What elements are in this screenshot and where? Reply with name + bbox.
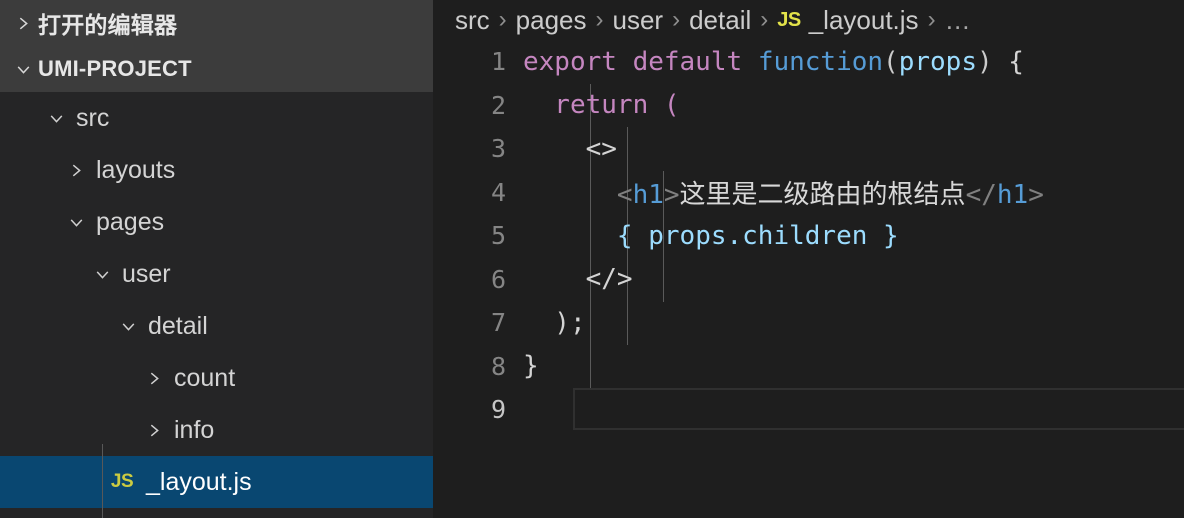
explorer-sidebar: 打开的编辑器 UMI-PROJECT src layouts pages use… bbox=[0, 0, 433, 518]
line-content: export default function(props) { bbox=[523, 47, 1024, 77]
line-content: { props.children } bbox=[523, 221, 899, 251]
tree-item-layouts[interactable]: layouts bbox=[0, 144, 433, 196]
chevron-right-icon[interactable] bbox=[8, 15, 38, 32]
js-file-icon: JS bbox=[777, 8, 801, 31]
code-line: 8 } bbox=[433, 345, 1184, 389]
chevron-right-icon[interactable] bbox=[58, 162, 94, 179]
chevron-down-icon[interactable] bbox=[58, 214, 94, 231]
breadcrumb: src › pages › user › detail › JS _layout… bbox=[433, 0, 1184, 40]
chevron-down-icon[interactable] bbox=[84, 266, 120, 283]
line-content: } bbox=[523, 351, 539, 382]
token-angle-open-closing: </ bbox=[965, 179, 997, 210]
line-content: <h1>这里是二级路由的根结点</h1> bbox=[523, 174, 1044, 211]
breadcrumb-item-user[interactable]: user bbox=[613, 5, 664, 36]
pane-title-project: UMI-PROJECT bbox=[38, 56, 192, 81]
tree-item-label: layouts bbox=[96, 155, 176, 184]
token-expr-brace-close: } bbox=[883, 220, 899, 251]
line-number: 8 bbox=[490, 351, 506, 381]
chevron-right-icon[interactable] bbox=[136, 422, 172, 439]
chevron-down-icon[interactable] bbox=[8, 61, 38, 78]
line-number-active: 9 bbox=[490, 395, 506, 425]
pane-header-project[interactable]: UMI-PROJECT bbox=[0, 46, 433, 92]
code-line: 6 </> bbox=[433, 258, 1184, 302]
tree-item-label: count bbox=[174, 363, 236, 392]
file-tree: src layouts pages user detail count info… bbox=[0, 92, 433, 518]
pane-title-open-editors: 打开的编辑器 bbox=[38, 12, 178, 38]
line-number: 7 bbox=[490, 308, 506, 338]
line-number: 1 bbox=[490, 47, 506, 77]
breadcrumb-item-more[interactable]: … bbox=[945, 5, 972, 36]
line-number: 2 bbox=[490, 90, 506, 120]
tree-item-label: detail bbox=[148, 311, 208, 340]
chevron-right-icon: › bbox=[595, 6, 604, 33]
tree-item-pages[interactable]: pages bbox=[0, 196, 433, 248]
breadcrumb-item-file[interactable]: _layout.js bbox=[809, 5, 919, 36]
token-brace-open: { bbox=[992, 46, 1024, 77]
tree-item-label: info bbox=[174, 415, 215, 444]
line-content: </> bbox=[523, 264, 633, 295]
tree-item-layout-js[interactable]: JS _layout.js bbox=[0, 456, 433, 508]
token-angle-close-2: > bbox=[1028, 179, 1044, 210]
tree-item-label: _layout.js bbox=[146, 467, 252, 496]
tree-item-info[interactable]: info bbox=[0, 404, 433, 456]
pane-header-open-editors[interactable]: 打开的编辑器 bbox=[0, 0, 433, 46]
vscode-workbench: 打开的编辑器 UMI-PROJECT src layouts pages use… bbox=[0, 0, 1184, 518]
token-expr-brace-open: { bbox=[616, 220, 633, 251]
line-content: ); bbox=[523, 307, 586, 338]
chevron-right-icon: › bbox=[498, 6, 507, 33]
line-content: <> bbox=[523, 133, 617, 164]
js-file-icon: JS bbox=[110, 471, 134, 492]
tree-item-label: pages bbox=[96, 207, 165, 236]
line-content: return ( bbox=[523, 90, 680, 121]
token-keyword: export default bbox=[523, 46, 758, 77]
chevron-right-icon: › bbox=[760, 6, 769, 33]
token-tag-h1: h1 bbox=[632, 179, 664, 210]
code-line-current: 9 bbox=[433, 388, 1184, 432]
token-angle-open: < bbox=[616, 179, 633, 210]
chevron-right-icon[interactable] bbox=[136, 370, 172, 387]
tree-item-src[interactable]: src bbox=[0, 92, 433, 144]
breadcrumb-item-pages[interactable]: pages bbox=[516, 5, 587, 36]
code-line: 5 { props.children } bbox=[433, 214, 1184, 258]
chevron-down-icon[interactable] bbox=[110, 318, 146, 335]
line-number: 4 bbox=[490, 177, 506, 207]
tree-item-label: src bbox=[76, 103, 110, 132]
code-line: 1 export default function(props) { bbox=[433, 40, 1184, 84]
breadcrumb-item-detail[interactable]: detail bbox=[689, 5, 751, 36]
chevron-right-icon: › bbox=[927, 6, 936, 33]
token-paren-close: ) bbox=[976, 46, 993, 77]
tree-item-label: user bbox=[122, 259, 171, 288]
code-line: 2 return ( bbox=[433, 84, 1184, 128]
chevron-down-icon[interactable] bbox=[38, 110, 74, 127]
token-property-children: children bbox=[742, 220, 884, 251]
code-line: 3 <> bbox=[433, 127, 1184, 171]
token-object-props: props bbox=[632, 220, 727, 251]
chevron-right-icon: › bbox=[672, 6, 681, 33]
breadcrumb-item-src[interactable]: src bbox=[455, 5, 490, 36]
tree-indent-guide bbox=[102, 444, 103, 518]
code-line: 7 ); bbox=[433, 301, 1184, 345]
tree-item-count[interactable]: count bbox=[0, 352, 433, 404]
code-line: 4 <h1>这里是二级路由的根结点</h1> bbox=[433, 171, 1184, 215]
tree-item-detail[interactable]: detail bbox=[0, 300, 433, 352]
token-tag-h1-closing: h1 bbox=[996, 179, 1029, 210]
token-angle-close: > bbox=[663, 179, 680, 210]
line-number: 6 bbox=[490, 264, 506, 294]
code-editor: src › pages › user › detail › JS _layout… bbox=[433, 0, 1184, 518]
token-function-keyword: function bbox=[757, 46, 884, 77]
token-param-props: props bbox=[898, 46, 977, 77]
code-content[interactable]: 1 export default function(props) { 2 ret… bbox=[433, 40, 1184, 518]
token-paren-open: ( bbox=[883, 46, 899, 77]
tree-item-user[interactable]: user bbox=[0, 248, 433, 300]
line-number: 5 bbox=[490, 221, 506, 251]
token-dot: . bbox=[726, 220, 743, 251]
line-number: 3 bbox=[490, 134, 506, 164]
token-text-content: 这里是二级路由的根结点 bbox=[679, 179, 966, 210]
